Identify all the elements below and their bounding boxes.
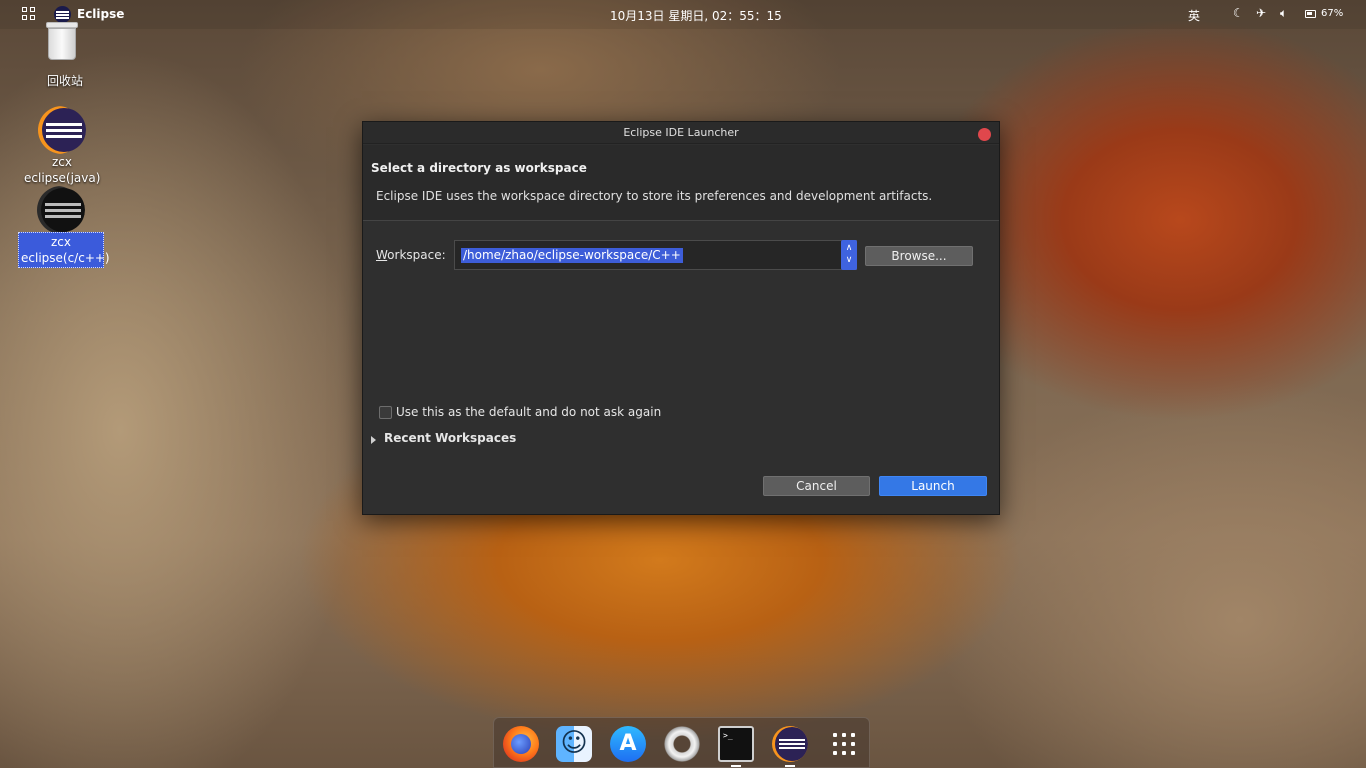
- airplane-mode-icon[interactable]: ✈: [1256, 6, 1266, 20]
- browse-button[interactable]: Browse...: [865, 246, 973, 266]
- workspace-label: Workspace:: [376, 248, 446, 262]
- eclipse-launcher-dialog: Eclipse IDE Launcher Select a directory …: [362, 121, 1000, 515]
- activities-grid-icon[interactable]: [22, 7, 36, 21]
- battery-percent: 67%: [1321, 8, 1344, 19]
- ring-icon[interactable]: [664, 726, 700, 762]
- recent-workspaces-toggle[interactable]: Recent Workspaces: [384, 431, 516, 445]
- close-button[interactable]: [978, 128, 991, 141]
- dialog-title: Eclipse IDE Launcher: [623, 126, 739, 139]
- cancel-button[interactable]: Cancel: [763, 476, 870, 496]
- battery-icon[interactable]: [1305, 10, 1316, 18]
- chevron-down-icon: ∨: [845, 255, 853, 265]
- eclipse-icon: [38, 106, 86, 154]
- dialog-titlebar[interactable]: Eclipse IDE Launcher: [363, 122, 999, 144]
- dialog-header: Select a directory as workspace Eclipse …: [363, 145, 999, 221]
- default-checkbox[interactable]: [379, 406, 392, 419]
- active-app-name[interactable]: Eclipse: [77, 7, 124, 21]
- default-checkbox-label[interactable]: Use this as the default and do not ask a…: [396, 405, 661, 419]
- firefox-icon[interactable]: [503, 726, 539, 762]
- desktop-icon-label-selected: zcx eclipse(c/c++): [18, 232, 110, 268]
- eclipse-icon: [37, 186, 85, 234]
- launch-button[interactable]: Launch: [879, 476, 987, 496]
- desktop-icon-eclipse-java[interactable]: zcx eclipse(java): [24, 104, 100, 188]
- dialog-heading: Select a directory as workspace: [371, 161, 587, 175]
- workspace-dropdown-toggle[interactable]: ∧ ∨: [841, 240, 857, 270]
- desktop-icon-trash[interactable]: 回收站: [30, 20, 100, 90]
- running-indicator: [785, 765, 795, 767]
- eclipse-icon[interactable]: [772, 726, 808, 762]
- desktop-icon-label: 回收站: [46, 74, 83, 88]
- workspace-combobox[interactable]: /home/zhao/eclipse-workspace/C++ ∧ ∨: [454, 240, 857, 270]
- desktop-icon-eclipse-cpp[interactable]: zcx eclipse(c/c++): [18, 184, 110, 268]
- trash-icon: [46, 22, 78, 60]
- volume-icon[interactable]: 🔈︎: [1280, 6, 1287, 21]
- dock: A >_: [493, 717, 870, 768]
- finder-icon[interactable]: [556, 726, 592, 762]
- running-indicator: [731, 765, 741, 767]
- expand-arrow-icon[interactable]: [371, 436, 376, 444]
- chevron-up-icon: ∧: [845, 243, 853, 253]
- top-panel: Eclipse 10月13日 星期日, 02：55：15 英 ☾ ✈ 🔈︎ 67…: [0, 0, 1366, 29]
- app-store-icon[interactable]: A: [610, 726, 646, 762]
- workspace-input-value[interactable]: /home/zhao/eclipse-workspace/C++: [461, 248, 683, 263]
- input-method-indicator[interactable]: 英: [1188, 7, 1200, 24]
- clock[interactable]: 10月13日 星期日, 02：55：15: [610, 7, 782, 24]
- app-grid-icon[interactable]: [826, 726, 862, 762]
- dialog-description: Eclipse IDE uses the workspace directory…: [376, 189, 933, 203]
- night-mode-icon[interactable]: ☾: [1233, 6, 1244, 20]
- terminal-icon[interactable]: >_: [718, 726, 754, 762]
- desktop-icon-label: zcx eclipse(java): [24, 155, 101, 185]
